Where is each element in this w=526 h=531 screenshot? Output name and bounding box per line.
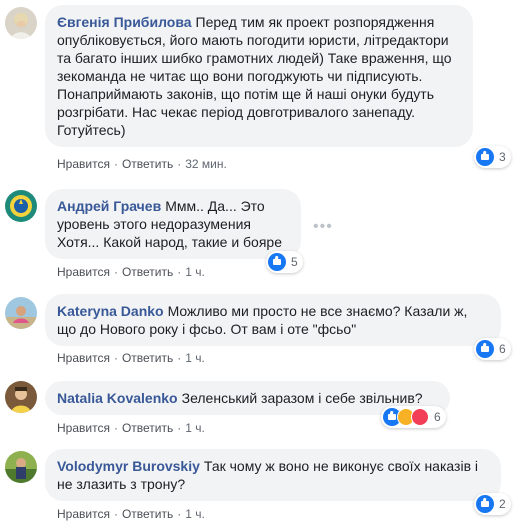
separator-dot: · — [113, 265, 118, 279]
comment-text: Зеленський заразом і себе звільнив? — [181, 390, 423, 406]
reaction-number: 6 — [499, 342, 506, 356]
like-link[interactable]: Нравится — [57, 351, 110, 365]
reaction-number: 2 — [499, 497, 506, 511]
reaction-count[interactable]: 5 — [266, 251, 303, 273]
avatar[interactable] — [5, 381, 37, 413]
comment-author[interactable]: Євгенія Прибилова — [57, 14, 192, 30]
separator-dot: · — [177, 157, 182, 171]
separator-dot: · — [177, 507, 182, 521]
separator-dot: · — [113, 421, 118, 435]
comment-bubble: Євгенія Прибилова Перед тим як проект роз… — [45, 5, 473, 147]
separator-dot: · — [113, 157, 118, 171]
comment-actions: Нравится · Ответить · 32 мин. — [57, 157, 227, 171]
avatar[interactable] — [5, 7, 37, 39]
comment-text: Перед тим як проект розпорядження опублі… — [57, 14, 452, 138]
love-reaction-icon — [411, 408, 429, 426]
like-link[interactable]: Нравится — [57, 421, 110, 435]
comment-bubble: Kateryna Danko Можливо ми просто не все з… — [45, 294, 501, 346]
like-reaction-icon — [268, 253, 286, 271]
reply-link[interactable]: Ответить — [122, 265, 173, 279]
comment-bubble: Volodymyr Burovskiy Так чому ж воно не ви… — [45, 449, 501, 501]
separator-dot: · — [177, 421, 182, 435]
comment-time[interactable]: 1 ч. — [185, 421, 205, 435]
reaction-count[interactable]: 2 — [474, 493, 511, 515]
reaction-number: 3 — [499, 150, 506, 164]
reaction-number: 6 — [434, 410, 441, 424]
separator-dot: · — [113, 351, 118, 365]
separator-dot: · — [177, 265, 182, 279]
reply-link[interactable]: Ответить — [122, 157, 173, 171]
reply-link[interactable]: Ответить — [122, 421, 173, 435]
avatar[interactable] — [5, 190, 37, 222]
avatar[interactable] — [5, 451, 37, 483]
comment-author[interactable]: Natalia Kovalenko — [57, 390, 178, 406]
like-reaction-icon — [476, 148, 494, 166]
reaction-count[interactable]: 6 — [381, 406, 446, 428]
reply-link[interactable]: Ответить — [122, 507, 173, 521]
comment-time[interactable]: 1 ч. — [185, 351, 205, 365]
comment-time[interactable]: 1 ч. — [185, 265, 205, 279]
separator-dot: · — [177, 351, 182, 365]
reaction-number: 5 — [291, 255, 298, 269]
ellipsis-icon[interactable]: ••• — [313, 218, 333, 236]
avatar[interactable] — [5, 297, 37, 329]
separator-dot: · — [113, 507, 118, 521]
reply-link[interactable]: Ответить — [122, 351, 173, 365]
like-link[interactable]: Нравится — [57, 265, 110, 279]
comment-actions: Нравится · Ответить · 1 ч. — [57, 421, 205, 435]
like-reaction-icon — [476, 495, 494, 513]
comment-bubble: Андрей Грачев Ммм.. Да... Это уровень это… — [45, 189, 301, 259]
comment-author[interactable]: Kateryna Danko — [57, 303, 164, 319]
like-link[interactable]: Нравится — [57, 157, 110, 171]
comment-time[interactable]: 32 мин. — [185, 157, 227, 171]
comment-actions: Нравится · Ответить · 1 ч. — [57, 507, 205, 521]
comment-actions: Нравится · Ответить · 1 ч. — [57, 265, 205, 279]
comment-author[interactable]: Андрей Грачев — [57, 198, 161, 214]
reaction-count[interactable]: 3 — [474, 146, 511, 168]
like-link[interactable]: Нравится — [57, 507, 110, 521]
reaction-count[interactable]: 6 — [474, 338, 511, 360]
comment-actions: Нравится · Ответить · 1 ч. — [57, 351, 205, 365]
like-reaction-icon — [476, 340, 494, 358]
comment-time[interactable]: 1 ч. — [185, 507, 205, 521]
comment-author[interactable]: Volodymyr Burovskiy — [57, 458, 200, 474]
